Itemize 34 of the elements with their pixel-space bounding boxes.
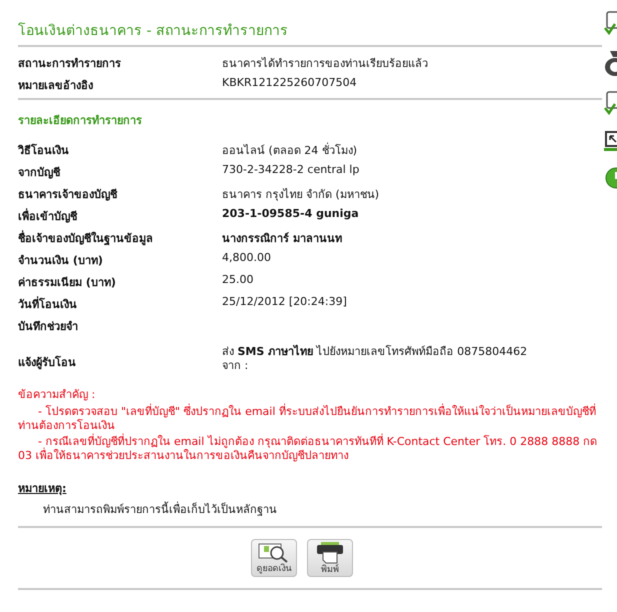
field-value: ธนาคาร กรุงไทย จำกัด (มหาชน) [222,187,380,203]
balance-button[interactable]: ดูยอดเงิน [251,539,297,577]
field-label: วิธีโอนเงิน [18,142,70,159]
notice-text: - โปรดตรวจสอบ "เลขที่บัญชี" ซึ่งปรากฏใน email ที่ระบบส่งไปยืนยันการทำรายการเพื่อให้แน่ใจว่าเป็นหมายเลขบัญชีที่ท่านต้องการโอนเงิน [18,405,597,433]
page-title: โอนเงินต่างธนาคาร - สถานะการทำรายการ [18,22,289,41]
field-value: 203-1-09585-4 guniga [222,207,359,220]
field-value: ส่ง SMS ภาษาไทย ไปยังหมายเลขโทรศัพท์มือถือ 0875804462 [222,345,528,359]
field-label: สถานะการทำรายการ [18,56,122,72]
field-label: จำนวนเงิน (บาท) [18,253,104,269]
notice-heading: ข้อความสำคัญ : [18,387,96,403]
field-label: วันที่โอนเงิน [18,295,78,313]
field-label: หมายเลขอ้างอิง [18,78,94,94]
note-heading: หมายเหตุ: [18,481,66,497]
field-value: 25.00 [222,273,254,286]
field-label: ธนาคารเจ้าของบัญชี [18,187,118,203]
field-value: 4,800.00 [222,251,271,264]
field-value: ธนาคารได้ทำรายการของท่านเรียบร้อยแล้ว [222,56,428,72]
field-label: เพื่อเข้าบัญชี [18,207,78,225]
field-label: บันทึกช่วยจำ [18,319,79,335]
field-label: ค่าธรรมเนียม (บาท) [18,275,117,291]
field-label: จากบัญชี [18,165,62,181]
field-value: KBKR121225260707504 [222,76,357,89]
note-text: ท่านสามารถพิมพ์รายการนี้เพื่อเก็บไว้เป็นหลักฐาน [42,500,278,518]
field-value: 730-2-34228-2 central lp [222,163,360,176]
field-value: จาก : [222,359,250,373]
field-value: นางกรรณิการ์ มาลานนท [222,231,342,247]
section-title: รายละเอียดการทำรายการ [18,113,143,129]
notice-text: - กรณีเลขที่บัญชีที่ปรากฏใน email ไม่ถูกต้อง กรุณาติดต่อธนาคารทันทีที่ K-Contact Center โทร. 0 2888 8888 กด 03 เพื่อให้ธนาคารช่วยประสานงานในการขอเงินคืนจากบัญชีปลายทาง [18,435,598,463]
field-label: แจ้งผู้รับโอน [18,354,77,371]
field-value: ออนไลน์ (ตลอด 24 ชั่วโมง) [222,142,358,159]
field-value: 25/12/2012 [20:24:39] [222,295,347,308]
print-button[interactable]: พิมพ์ [307,539,353,577]
field-label: ชื่อเจ้าของบัญชีในฐานข้อมูล [18,229,154,247]
printer-icon [315,540,345,564]
